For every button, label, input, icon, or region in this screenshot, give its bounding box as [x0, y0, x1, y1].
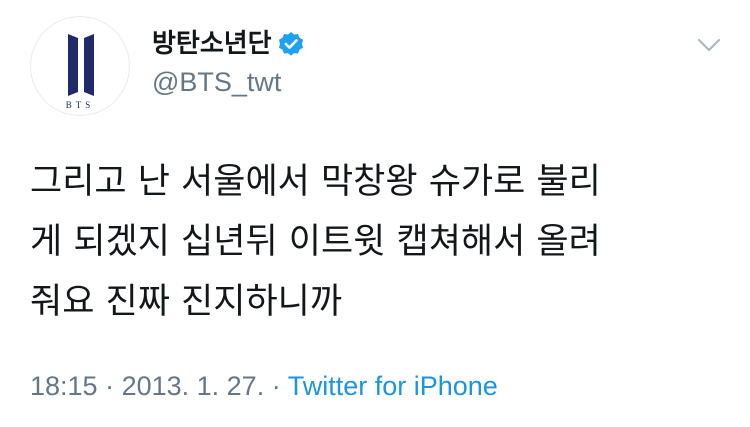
tweet-time[interactable]: 18:15 — [30, 371, 98, 401]
handle[interactable]: @BTS_twt — [152, 64, 281, 100]
tweet-date[interactable]: 2013. 1. 27. — [122, 371, 265, 401]
tweet-text: 그리고 난 서울에서 막창왕 슈가로 불리 게 되겠지 십년뒤 이트윗 캡쳐해서… — [30, 152, 730, 332]
tweet-text-line: 그리고 난 서울에서 막창왕 슈가로 불리 — [30, 162, 601, 202]
display-name[interactable]: 방탄소년단 — [152, 26, 272, 62]
tweet-text-line: 게 되겠지 십년뒤 이트윗 캡쳐해서 올려 — [30, 222, 601, 262]
verified-badge-icon — [278, 31, 304, 57]
tweet-text-line: 줘요 진짜 진지하니까 — [30, 282, 343, 322]
tweet-meta: 18:15 · 2013. 1. 27. · Twitter for iPhon… — [30, 368, 498, 404]
meta-separator: · — [97, 371, 122, 401]
chevron-down-icon[interactable] — [694, 30, 724, 60]
avatar-logo-text: BTS — [65, 100, 95, 110]
tweet-source-link[interactable]: Twitter for iPhone — [288, 371, 498, 401]
meta-separator: · — [264, 371, 288, 401]
display-name-row[interactable]: 방탄소년단 — [152, 26, 304, 62]
avatar[interactable]: BTS — [30, 16, 130, 116]
